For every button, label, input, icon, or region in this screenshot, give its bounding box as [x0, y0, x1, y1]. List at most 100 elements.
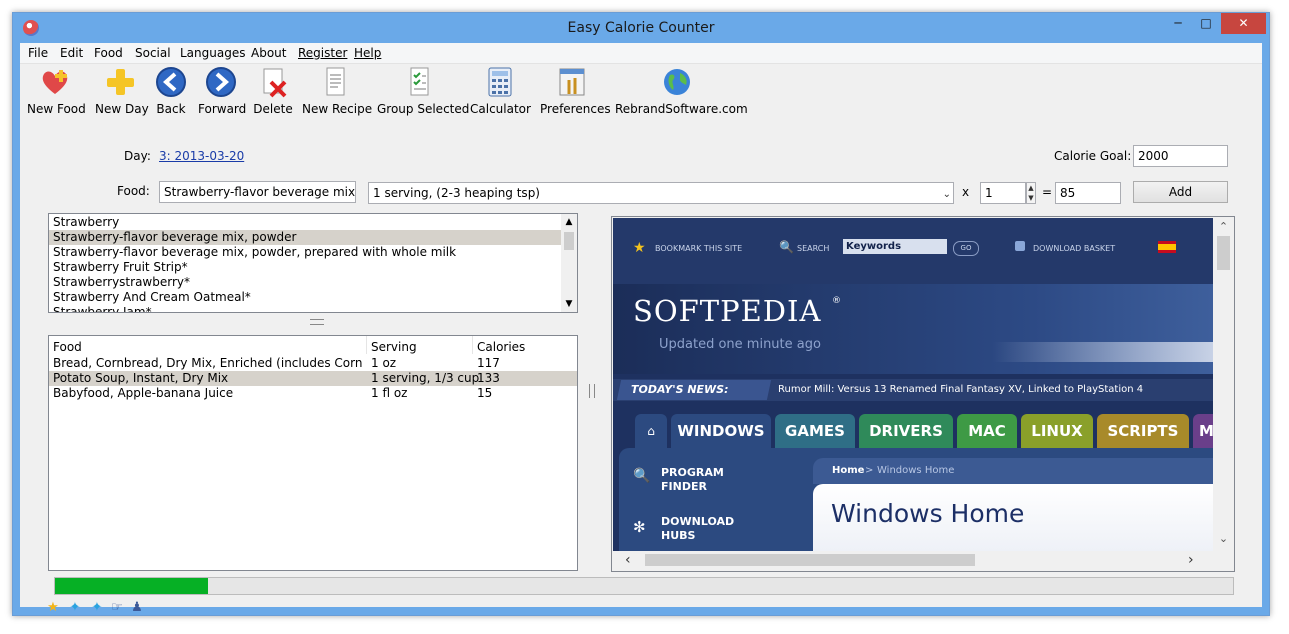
- food-cell: Babyfood, Apple-banana Juice: [53, 386, 234, 400]
- menu-languages[interactable]: Languages: [180, 46, 245, 60]
- new-food-button[interactable]: New Food: [27, 66, 86, 122]
- tab-games[interactable]: GAMES: [775, 414, 855, 448]
- scroll-up-icon[interactable]: ▲: [561, 214, 577, 230]
- star-icon[interactable]: ★: [46, 601, 60, 615]
- menu-food[interactable]: Food: [94, 46, 123, 60]
- preferences-button[interactable]: Preferences: [540, 66, 611, 122]
- quantity-input[interactable]: 1: [980, 182, 1026, 204]
- tab-linux[interactable]: LINUX: [1021, 414, 1093, 448]
- column-header-food[interactable]: Food: [53, 340, 82, 354]
- web-horizontal-scrollbar[interactable]: ‹ ›: [613, 551, 1213, 569]
- column-header-calories[interactable]: Calories: [477, 340, 525, 354]
- program-finder-line2[interactable]: FINDER: [661, 480, 707, 493]
- new-food-label: New Food: [27, 102, 86, 116]
- quantity-stepper[interactable]: ▲ ▼: [1026, 182, 1036, 204]
- table-row[interactable]: Potato Soup, Instant, Dry Mix 1 serving,…: [49, 371, 577, 386]
- maximize-button[interactable]: □: [1193, 13, 1219, 34]
- menu-about[interactable]: About: [251, 46, 286, 60]
- menu-register[interactable]: Register: [298, 46, 347, 60]
- list-item[interactable]: Strawberry-flavor beverage mix, powder: [49, 230, 561, 245]
- food-log-table[interactable]: Food Serving Calories Bread, Cornbread, …: [48, 335, 578, 571]
- spanish-flag-icon[interactable]: [1158, 241, 1176, 253]
- download-hubs-line1[interactable]: DOWNLOAD: [661, 515, 734, 528]
- web-scroll-down-icon[interactable]: ⌄: [1215, 532, 1232, 545]
- list-item[interactable]: Strawberry Fruit Strip*: [49, 260, 577, 275]
- list-item[interactable]: Strawberry: [49, 215, 577, 230]
- news-headline[interactable]: Rumor Mill: Versus 13 Renamed Final Fant…: [778, 384, 1143, 395]
- hub-network-icon: ✻: [633, 518, 646, 536]
- basket-icon: [1015, 241, 1025, 251]
- menu-file[interactable]: File: [28, 46, 48, 60]
- web-browser-panel[interactable]: ★ BOOKMARK THIS SITE 🔍 SEARCH Keywords G…: [611, 216, 1235, 572]
- tab-scripts[interactable]: SCRIPTS: [1097, 414, 1189, 448]
- web-page[interactable]: ★ BOOKMARK THIS SITE 🔍 SEARCH Keywords G…: [613, 218, 1213, 551]
- twitter-share-icon[interactable]: ✦: [90, 601, 104, 615]
- home-tab[interactable]: ⌂: [635, 414, 667, 448]
- tab-more[interactable]: M: [1193, 414, 1213, 448]
- tab-windows[interactable]: WINDOWS: [671, 414, 771, 448]
- title-bar[interactable]: Easy Calorie Counter ─ □ ✕: [13, 13, 1269, 43]
- calculator-button[interactable]: Calculator: [470, 66, 531, 122]
- web-hscroll-thumb[interactable]: [645, 554, 975, 566]
- go-button[interactable]: GO: [953, 241, 979, 256]
- menu-social[interactable]: Social: [135, 46, 171, 60]
- calculator-icon: [484, 66, 516, 98]
- list-item[interactable]: Strawberry Jam*: [49, 305, 577, 312]
- new-recipe-label: New Recipe: [302, 102, 373, 116]
- download-hubs-line2[interactable]: HUBS: [661, 529, 695, 542]
- thumbs-up-icon[interactable]: ☞: [110, 601, 124, 615]
- horizontal-splitter[interactable]: [310, 319, 324, 325]
- download-basket-link[interactable]: DOWNLOAD BASKET: [1033, 244, 1115, 253]
- new-recipe-button[interactable]: New Recipe: [302, 66, 373, 122]
- bookmark-link[interactable]: BOOKMARK THIS SITE: [655, 244, 742, 253]
- vertical-splitter[interactable]: [589, 384, 595, 398]
- site-search-input[interactable]: Keywords: [843, 239, 947, 254]
- breadcrumb-home[interactable]: Home: [832, 465, 864, 476]
- day-link[interactable]: 3: 2013-03-20: [159, 149, 244, 163]
- column-header-serving[interactable]: Serving: [371, 340, 417, 354]
- users-icon[interactable]: ♟: [130, 601, 144, 615]
- minimize-button[interactable]: ─: [1165, 13, 1191, 34]
- forward-label: Forward: [198, 102, 247, 116]
- food-search-input[interactable]: Strawberry-flavor beverage mix, pov: [159, 181, 356, 203]
- new-day-button[interactable]: New Day: [95, 66, 149, 122]
- star-icon: ★: [633, 240, 646, 256]
- list-item[interactable]: Strawberry And Cream Oatmeal*: [49, 290, 577, 305]
- calorie-goal-input[interactable]: 2000: [1133, 145, 1228, 167]
- delete-button[interactable]: Delete: [253, 66, 293, 122]
- stepper-down-icon[interactable]: ▼: [1027, 193, 1035, 203]
- web-scroll-left-icon[interactable]: ‹: [625, 552, 631, 568]
- list-scrollbar[interactable]: ▲ ▼: [561, 214, 577, 312]
- table-row[interactable]: Babyfood, Apple-banana Juice 1 fl oz 15: [49, 386, 577, 401]
- serving-select[interactable]: 1 serving, (2-3 heaping tsp) ⌄: [368, 182, 954, 204]
- web-scroll-up-icon[interactable]: ⌃: [1215, 220, 1232, 233]
- program-finder-line1[interactable]: PROGRAM: [661, 466, 724, 479]
- group-selected-button[interactable]: Group Selected: [377, 66, 469, 122]
- web-scroll-right-icon[interactable]: ›: [1188, 552, 1194, 568]
- list-item[interactable]: Strawberrystrawberry*: [49, 275, 577, 290]
- web-vertical-scrollbar[interactable]: ⌃ ⌄: [1215, 218, 1232, 551]
- search-results-list[interactable]: Strawberry Strawberry-flavor beverage mi…: [48, 213, 578, 313]
- serving-cell: 1 serving, 1/3 cup: [371, 371, 480, 385]
- stepper-up-icon[interactable]: ▲: [1027, 183, 1035, 193]
- tab-mac[interactable]: MAC: [957, 414, 1017, 448]
- globe-icon: [661, 66, 693, 98]
- back-button[interactable]: Back: [153, 66, 189, 122]
- scroll-thumb[interactable]: [564, 232, 574, 250]
- arrow-left-icon: [155, 66, 187, 98]
- list-item[interactable]: Strawberry-flavor beverage mix, powder, …: [49, 245, 577, 260]
- table-row[interactable]: Bread, Cornbread, Dry Mix, Enriched (inc…: [49, 356, 577, 371]
- tab-drivers[interactable]: DRIVERS: [859, 414, 953, 448]
- add-button[interactable]: Add: [1133, 181, 1228, 203]
- softpedia-logo[interactable]: SOFTPEDIA: [633, 294, 821, 328]
- scroll-down-icon[interactable]: ▼: [561, 296, 577, 312]
- rebrand-button[interactable]: RebrandSoftware.com: [615, 66, 748, 122]
- breadcrumb-current: Windows Home: [877, 465, 955, 476]
- delete-icon: [257, 66, 289, 98]
- web-scroll-thumb[interactable]: [1217, 236, 1230, 270]
- menu-help[interactable]: Help: [354, 46, 381, 60]
- close-button[interactable]: ✕: [1221, 13, 1266, 34]
- forward-button[interactable]: Forward: [198, 66, 247, 122]
- twitter-icon[interactable]: ✦: [68, 601, 82, 615]
- menu-edit[interactable]: Edit: [60, 46, 83, 60]
